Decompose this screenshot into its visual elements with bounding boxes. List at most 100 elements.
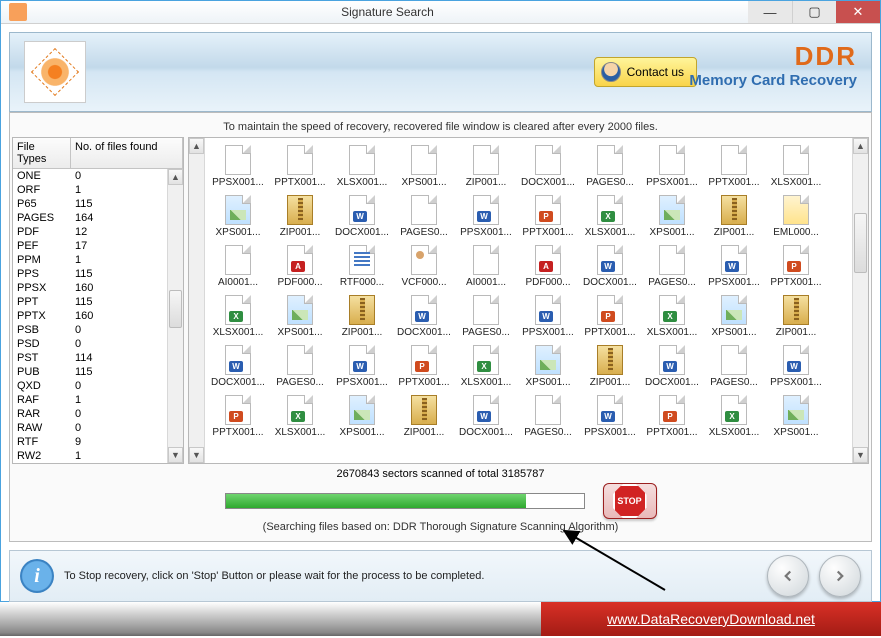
file-item[interactable]: PPSX001...: [641, 142, 703, 188]
file-item[interactable]: PAGES0...: [393, 192, 455, 238]
table-row[interactable]: PPSX160: [13, 281, 183, 295]
file-item[interactable]: XLSX001...: [765, 142, 827, 188]
col-header-type[interactable]: File Types: [13, 138, 71, 168]
table-row[interactable]: PUB115: [13, 365, 183, 379]
next-button[interactable]: [819, 555, 861, 597]
file-item[interactable]: XPS001...: [517, 342, 579, 388]
scroll-up-icon[interactable]: ▲: [168, 169, 183, 185]
file-item[interactable]: WDOCX001...: [579, 242, 641, 288]
file-item[interactable]: XPS001...: [207, 192, 269, 238]
file-item[interactable]: PAGES0...: [269, 342, 331, 388]
file-item[interactable]: PAGES0...: [579, 142, 641, 188]
table-row[interactable]: PPT115: [13, 295, 183, 309]
scroll-up-icon[interactable]: ▲: [189, 138, 204, 154]
file-item[interactable]: PAGES0...: [641, 242, 703, 288]
file-item[interactable]: WPPSX001...: [517, 292, 579, 338]
file-item[interactable]: PAGES0...: [455, 292, 517, 338]
file-item[interactable]: PPPTX001...: [393, 342, 455, 388]
file-item[interactable]: XPS001...: [393, 142, 455, 188]
stop-button[interactable]: STOP: [603, 483, 657, 519]
file-item[interactable]: VCF000...: [393, 242, 455, 288]
table-row[interactable]: PDF12: [13, 225, 183, 239]
file-item[interactable]: APDF000...: [269, 242, 331, 288]
scroll-down-icon[interactable]: ▼: [189, 447, 204, 463]
table-row[interactable]: PSB0: [13, 323, 183, 337]
maximize-button[interactable]: ▢: [792, 1, 836, 23]
file-item[interactable]: PPPTX001...: [579, 292, 641, 338]
website-link[interactable]: www.DataRecoveryDownload.net: [541, 602, 881, 636]
file-item[interactable]: WPPSX001...: [765, 342, 827, 388]
table-row[interactable]: ORF1: [13, 183, 183, 197]
table-row[interactable]: QXD0: [13, 379, 183, 393]
file-item[interactable]: ZIP001...: [455, 142, 517, 188]
table-row[interactable]: RAF1: [13, 393, 183, 407]
file-item[interactable]: XXLSX001...: [207, 292, 269, 338]
file-item[interactable]: XPS001...: [703, 292, 765, 338]
col-header-count[interactable]: No. of files found: [71, 138, 183, 168]
contact-us-button[interactable]: Contact us: [594, 57, 697, 87]
file-item[interactable]: ZIP001...: [765, 292, 827, 338]
file-item[interactable]: XLSX001...: [331, 142, 393, 188]
file-item[interactable]: WDOCX001...: [455, 392, 517, 438]
file-item[interactable]: WPPSX001...: [331, 342, 393, 388]
file-item[interactable]: AI0001...: [207, 242, 269, 288]
table-row[interactable]: ONE0: [13, 169, 183, 183]
file-item[interactable]: XXLSX001...: [641, 292, 703, 338]
file-item[interactable]: PAGES0...: [517, 392, 579, 438]
table-row[interactable]: RAW0: [13, 421, 183, 435]
scroll-up-icon[interactable]: ▲: [853, 138, 868, 154]
file-item[interactable]: DOCX001...: [517, 142, 579, 188]
minimize-button[interactable]: —: [748, 1, 792, 23]
file-item[interactable]: XXLSX001...: [455, 342, 517, 388]
table-row[interactable]: P65115: [13, 197, 183, 211]
file-item[interactable]: XPS001...: [331, 392, 393, 438]
file-item[interactable]: PPSX001...: [207, 142, 269, 188]
file-item[interactable]: PPTX001...: [269, 142, 331, 188]
scroll-down-icon[interactable]: ▼: [853, 447, 868, 463]
file-item[interactable]: PAGES0...: [703, 342, 765, 388]
scroll-thumb[interactable]: [854, 213, 867, 273]
files-scrollbar-left[interactable]: ▲ ▼: [189, 138, 205, 463]
table-row[interactable]: RAR0: [13, 407, 183, 421]
table-row[interactable]: PPS115: [13, 267, 183, 281]
table-row[interactable]: RTF9: [13, 435, 183, 449]
file-item[interactable]: XPS001...: [269, 292, 331, 338]
file-item[interactable]: WDOCX001...: [207, 342, 269, 388]
file-item[interactable]: XPS001...: [641, 192, 703, 238]
file-item[interactable]: WPPSX001...: [703, 242, 765, 288]
file-item[interactable]: XXLSX001...: [579, 192, 641, 238]
filetypes-scrollbar[interactable]: ▲ ▼: [167, 169, 183, 463]
file-item[interactable]: ZIP001...: [393, 392, 455, 438]
file-item[interactable]: WDOCX001...: [641, 342, 703, 388]
file-item[interactable]: EML000...: [765, 192, 827, 238]
table-row[interactable]: PPTX160: [13, 309, 183, 323]
table-row[interactable]: RW21: [13, 449, 183, 463]
table-row[interactable]: PAGES164: [13, 211, 183, 225]
file-item[interactable]: ZIP001...: [703, 192, 765, 238]
file-item[interactable]: PPPTX001...: [641, 392, 703, 438]
table-row[interactable]: PSD0: [13, 337, 183, 351]
files-scrollbar-right[interactable]: ▲ ▼: [852, 138, 868, 463]
file-item[interactable]: ZIP001...: [269, 192, 331, 238]
file-item[interactable]: APDF000...: [517, 242, 579, 288]
file-item[interactable]: PPPTX001...: [517, 192, 579, 238]
file-item[interactable]: WPPSX001...: [455, 192, 517, 238]
table-row[interactable]: PPM1: [13, 253, 183, 267]
table-row[interactable]: PEF17: [13, 239, 183, 253]
file-item[interactable]: WPPSX001...: [579, 392, 641, 438]
scroll-thumb[interactable]: [169, 290, 182, 328]
file-item[interactable]: ZIP001...: [579, 342, 641, 388]
file-item[interactable]: ZIP001...: [331, 292, 393, 338]
file-item[interactable]: XXLSX001...: [703, 392, 765, 438]
file-item[interactable]: WDOCX001...: [331, 192, 393, 238]
file-item[interactable]: WDOCX001...: [393, 292, 455, 338]
file-item[interactable]: PPPTX001...: [765, 242, 827, 288]
close-button[interactable]: ✕: [836, 1, 880, 23]
file-item[interactable]: RTF000...: [331, 242, 393, 288]
back-button[interactable]: [767, 555, 809, 597]
file-item[interactable]: PPTX001...: [703, 142, 765, 188]
file-item[interactable]: PPPTX001...: [207, 392, 269, 438]
table-row[interactable]: PST114: [13, 351, 183, 365]
file-item[interactable]: AI0001...: [455, 242, 517, 288]
scroll-down-icon[interactable]: ▼: [168, 447, 183, 463]
